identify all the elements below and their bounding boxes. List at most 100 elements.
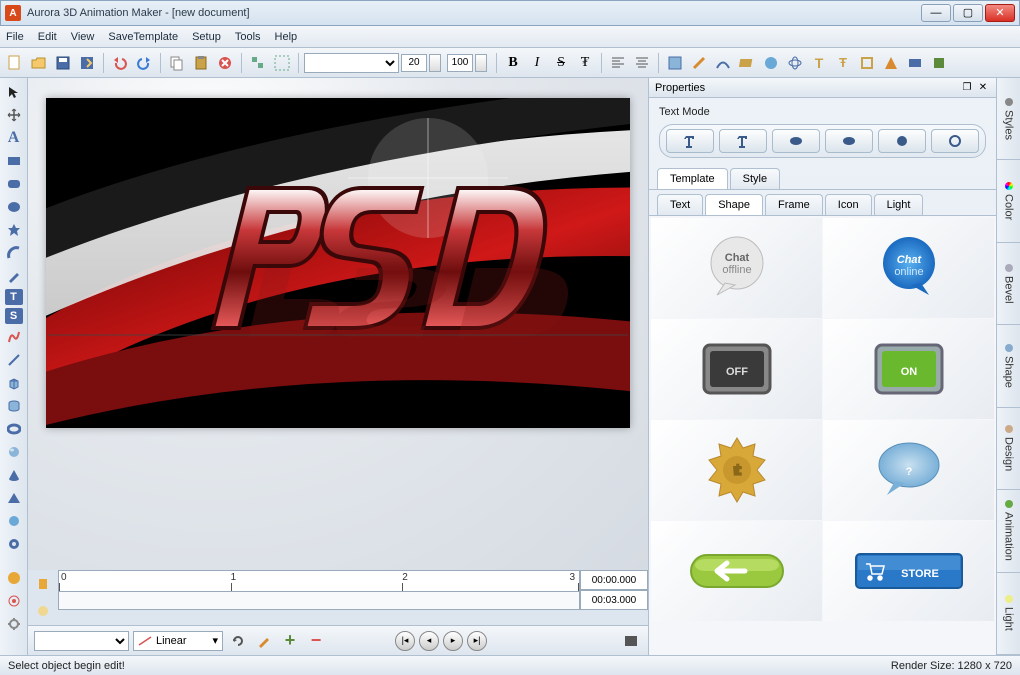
save-button[interactable]	[52, 52, 74, 74]
timeline-ruler[interactable]: 0 1 2 3	[58, 570, 580, 592]
menu-setup[interactable]: Setup	[192, 31, 221, 43]
font-size-large[interactable]: 100	[447, 54, 473, 72]
obj-6-icon[interactable]	[784, 52, 806, 74]
canvas-viewport[interactable]	[46, 98, 630, 428]
strikethrough-button[interactable]: S	[550, 52, 572, 74]
play-button[interactable]: ▸	[443, 631, 463, 651]
line-tool[interactable]	[4, 350, 24, 370]
sidetab-light[interactable]: Light	[997, 573, 1020, 655]
shape-on-button[interactable]: ON	[823, 319, 994, 419]
undo-button[interactable]	[109, 52, 131, 74]
maximize-button[interactable]: ▢	[953, 4, 983, 22]
goto-end-button[interactable]: ▸|	[467, 631, 487, 651]
torus-tool[interactable]	[4, 419, 24, 439]
shape-chat-online[interactable]: Chatonline	[823, 218, 994, 318]
loop-button[interactable]	[227, 630, 249, 652]
panel-close-button[interactable]: ✕	[976, 81, 990, 95]
shape-arrow-pill[interactable]	[651, 521, 822, 621]
cylinder-tool[interactable]	[4, 396, 24, 416]
timeline-hand-icon[interactable]	[33, 601, 53, 621]
subtab-shape[interactable]: Shape	[705, 194, 763, 215]
subtab-light[interactable]: Light	[874, 194, 924, 215]
cube-tool[interactable]	[4, 373, 24, 393]
textmode-btn-3[interactable]	[772, 129, 820, 153]
obj-3-icon[interactable]	[712, 52, 734, 74]
menu-view[interactable]: View	[71, 31, 95, 43]
subtab-text[interactable]: Text	[657, 194, 703, 215]
goto-start-button[interactable]: |◂	[395, 631, 415, 651]
textmode-btn-5[interactable]	[878, 129, 926, 153]
pyramid-tool[interactable]	[4, 488, 24, 508]
pen-tool[interactable]	[4, 266, 24, 286]
remove-key-button[interactable]: −	[305, 630, 327, 652]
italic-button[interactable]: I	[526, 52, 548, 74]
obj-5-icon[interactable]	[760, 52, 782, 74]
shape-question-bubble[interactable]: ?	[823, 420, 994, 520]
shape-store-button[interactable]: STORE	[823, 521, 994, 621]
align-center-button[interactable]	[631, 52, 653, 74]
sidetab-bevel[interactable]: Bevel	[997, 243, 1020, 325]
font-size-small[interactable]: 20	[401, 54, 427, 72]
menu-edit[interactable]: Edit	[38, 31, 57, 43]
obj-8-icon[interactable]: Ŧ	[832, 52, 854, 74]
move-tool[interactable]	[4, 105, 24, 125]
minimize-button[interactable]: —	[921, 4, 951, 22]
play-back-button[interactable]: ◂	[419, 631, 439, 651]
s-tool-1[interactable]: T	[5, 289, 23, 305]
textmode-btn-2[interactable]	[719, 129, 767, 153]
sidetab-animation[interactable]: Animation	[997, 490, 1020, 572]
open-button[interactable]	[28, 52, 50, 74]
curve-tool[interactable]	[4, 327, 24, 347]
ellipse-tool[interactable]	[4, 197, 24, 217]
paste-button[interactable]	[190, 52, 212, 74]
obj-11-icon[interactable]	[904, 52, 926, 74]
align-left-button[interactable]	[607, 52, 629, 74]
settings-tool[interactable]	[4, 614, 24, 634]
s-tool-2[interactable]: S	[5, 308, 23, 324]
timeline-marker-icon[interactable]	[33, 574, 53, 594]
rect-tool[interactable]	[4, 151, 24, 171]
sphere-tool[interactable]	[4, 442, 24, 462]
key-button[interactable]	[253, 630, 275, 652]
shape-chat-offline[interactable]: Chatoffline	[651, 218, 822, 318]
obj-2-icon[interactable]	[688, 52, 710, 74]
obj-12-icon[interactable]	[928, 52, 950, 74]
snapshot-button[interactable]	[620, 630, 642, 652]
obj-1-icon[interactable]	[664, 52, 686, 74]
textmode-btn-6[interactable]	[931, 129, 979, 153]
textmode-btn-1[interactable]	[666, 129, 714, 153]
effect-tool[interactable]	[4, 591, 24, 611]
roundrect-tool[interactable]	[4, 174, 24, 194]
star-tool[interactable]	[4, 220, 24, 240]
new-button[interactable]	[4, 52, 26, 74]
obj-4-icon[interactable]	[736, 52, 758, 74]
sidetab-shape[interactable]: Shape	[997, 325, 1020, 407]
shape-badge-seal[interactable]	[651, 420, 822, 520]
subtab-icon[interactable]: Icon	[825, 194, 872, 215]
close-button[interactable]: ✕	[985, 4, 1015, 22]
arc-tool[interactable]	[4, 243, 24, 263]
menu-help[interactable]: Help	[275, 31, 298, 43]
save-as-button[interactable]	[76, 52, 98, 74]
font-family-select[interactable]	[304, 53, 399, 73]
sidetab-color[interactable]: Color	[997, 160, 1020, 242]
subtab-frame[interactable]: Frame	[765, 194, 823, 215]
menu-savetemplate[interactable]: SaveTemplate	[108, 31, 178, 43]
obj-9-icon[interactable]	[856, 52, 878, 74]
textmode-btn-4[interactable]	[825, 129, 873, 153]
group-button[interactable]	[271, 52, 293, 74]
bold-button[interactable]: B	[502, 52, 524, 74]
shape-off-button[interactable]: OFF	[651, 319, 822, 419]
cone-tool[interactable]	[4, 465, 24, 485]
text-effect-button[interactable]: ₮	[574, 52, 596, 74]
curve-type-select[interactable]: Linear ▾	[133, 631, 223, 651]
font-size-small-spinner[interactable]	[429, 54, 441, 72]
redo-button[interactable]	[133, 52, 155, 74]
menu-tools[interactable]: Tools	[235, 31, 261, 43]
sphere2-tool[interactable]	[4, 511, 24, 531]
donut-tool[interactable]	[4, 534, 24, 554]
color-tool[interactable]	[4, 568, 24, 588]
sidetab-styles[interactable]: Styles	[997, 78, 1020, 160]
menu-file[interactable]: File	[6, 31, 24, 43]
select-tool[interactable]	[4, 82, 24, 102]
